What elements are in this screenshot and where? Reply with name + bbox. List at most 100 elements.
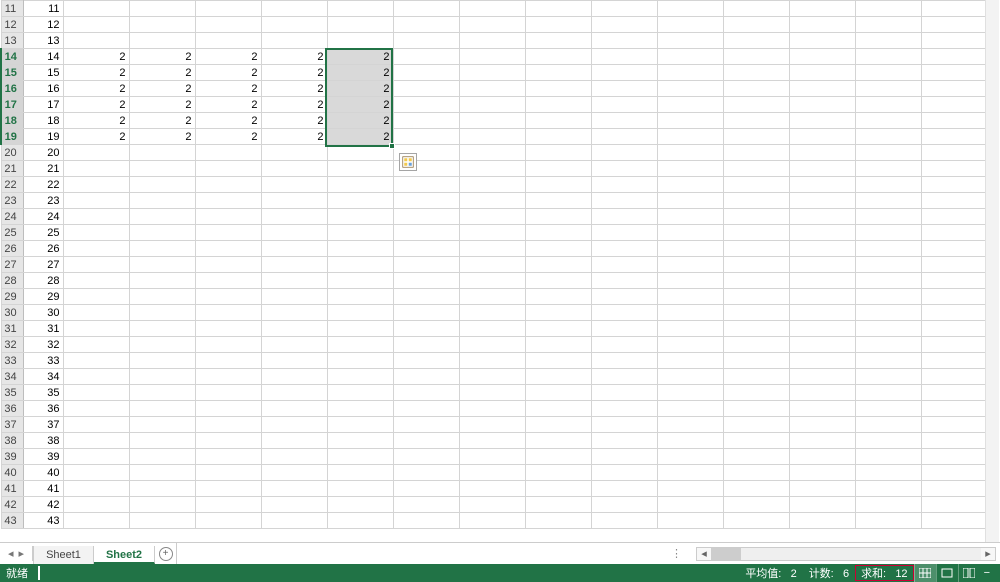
cell[interactable] — [327, 513, 393, 529]
cell[interactable] — [393, 257, 459, 273]
cell[interactable] — [129, 257, 195, 273]
row-header[interactable]: 20 — [1, 145, 23, 161]
row-header[interactable]: 37 — [1, 417, 23, 433]
cell[interactable] — [525, 289, 591, 305]
cell[interactable] — [525, 273, 591, 289]
cell[interactable] — [657, 513, 723, 529]
cell[interactable] — [591, 321, 657, 337]
cell[interactable] — [195, 273, 261, 289]
cell[interactable] — [591, 49, 657, 65]
cell[interactable] — [129, 337, 195, 353]
cell[interactable]: 16 — [23, 81, 63, 97]
cell[interactable] — [789, 129, 855, 145]
cell[interactable] — [657, 433, 723, 449]
cell[interactable] — [327, 193, 393, 209]
cell[interactable] — [195, 305, 261, 321]
cell[interactable] — [63, 161, 129, 177]
cell[interactable] — [63, 385, 129, 401]
cell[interactable] — [525, 17, 591, 33]
cell[interactable] — [459, 81, 525, 97]
cell[interactable] — [459, 97, 525, 113]
cell[interactable] — [459, 353, 525, 369]
cell[interactable] — [129, 353, 195, 369]
cell[interactable] — [855, 465, 921, 481]
cell[interactable] — [63, 337, 129, 353]
cell[interactable] — [723, 145, 789, 161]
cell[interactable]: 30 — [23, 305, 63, 321]
cell[interactable] — [459, 417, 525, 433]
cell[interactable]: 2 — [195, 129, 261, 145]
cell[interactable] — [261, 433, 327, 449]
cell[interactable] — [657, 97, 723, 113]
cell[interactable]: 2 — [63, 49, 129, 65]
cell[interactable] — [723, 449, 789, 465]
cell[interactable]: 14 — [23, 49, 63, 65]
cell[interactable] — [393, 17, 459, 33]
cell[interactable] — [459, 289, 525, 305]
cell[interactable]: 21 — [23, 161, 63, 177]
cell[interactable] — [393, 401, 459, 417]
cell[interactable] — [591, 33, 657, 49]
cell[interactable] — [459, 305, 525, 321]
cell[interactable] — [129, 17, 195, 33]
cell[interactable] — [393, 417, 459, 433]
cell[interactable]: 2 — [327, 81, 393, 97]
cell[interactable] — [63, 497, 129, 513]
row-header[interactable]: 32 — [1, 337, 23, 353]
cell[interactable] — [789, 353, 855, 369]
cell[interactable] — [129, 497, 195, 513]
vertical-scrollbar[interactable] — [985, 0, 999, 542]
cell[interactable] — [393, 1, 459, 17]
cell[interactable] — [591, 449, 657, 465]
cell[interactable] — [261, 337, 327, 353]
cell[interactable] — [129, 401, 195, 417]
cell[interactable] — [459, 49, 525, 65]
cell[interactable]: 28 — [23, 273, 63, 289]
cell[interactable] — [657, 417, 723, 433]
cell[interactable] — [393, 113, 459, 129]
cell[interactable] — [591, 353, 657, 369]
cell[interactable] — [129, 1, 195, 17]
cell[interactable] — [261, 257, 327, 273]
cell[interactable] — [129, 177, 195, 193]
cell[interactable]: 17 — [23, 97, 63, 113]
cell[interactable] — [63, 225, 129, 241]
macro-record-icon[interactable] — [38, 567, 40, 579]
cell[interactable] — [393, 289, 459, 305]
cell[interactable] — [657, 385, 723, 401]
cell[interactable] — [855, 65, 921, 81]
cell[interactable] — [855, 417, 921, 433]
cell[interactable]: 2 — [261, 97, 327, 113]
cell[interactable] — [591, 145, 657, 161]
row-header[interactable]: 18 — [1, 113, 23, 129]
cell[interactable]: 2 — [195, 65, 261, 81]
cell[interactable] — [657, 369, 723, 385]
cell[interactable] — [459, 321, 525, 337]
cell[interactable] — [921, 145, 987, 161]
cell[interactable] — [789, 401, 855, 417]
cell[interactable] — [63, 273, 129, 289]
cell[interactable] — [129, 321, 195, 337]
cell[interactable]: 2 — [327, 129, 393, 145]
cell[interactable]: 34 — [23, 369, 63, 385]
cell[interactable] — [723, 369, 789, 385]
cell[interactable] — [657, 193, 723, 209]
cell[interactable] — [393, 129, 459, 145]
cell[interactable] — [657, 1, 723, 17]
cell[interactable] — [393, 497, 459, 513]
cell[interactable] — [195, 17, 261, 33]
cell[interactable] — [723, 337, 789, 353]
cell[interactable] — [591, 273, 657, 289]
cell[interactable] — [63, 17, 129, 33]
cell[interactable] — [393, 49, 459, 65]
cell[interactable] — [921, 177, 987, 193]
cell[interactable] — [723, 353, 789, 369]
cell[interactable] — [855, 241, 921, 257]
cell[interactable] — [789, 305, 855, 321]
cell[interactable] — [261, 225, 327, 241]
cell[interactable] — [261, 513, 327, 529]
cell[interactable] — [393, 305, 459, 321]
cell[interactable] — [525, 129, 591, 145]
cell[interactable] — [723, 401, 789, 417]
cell[interactable] — [459, 385, 525, 401]
